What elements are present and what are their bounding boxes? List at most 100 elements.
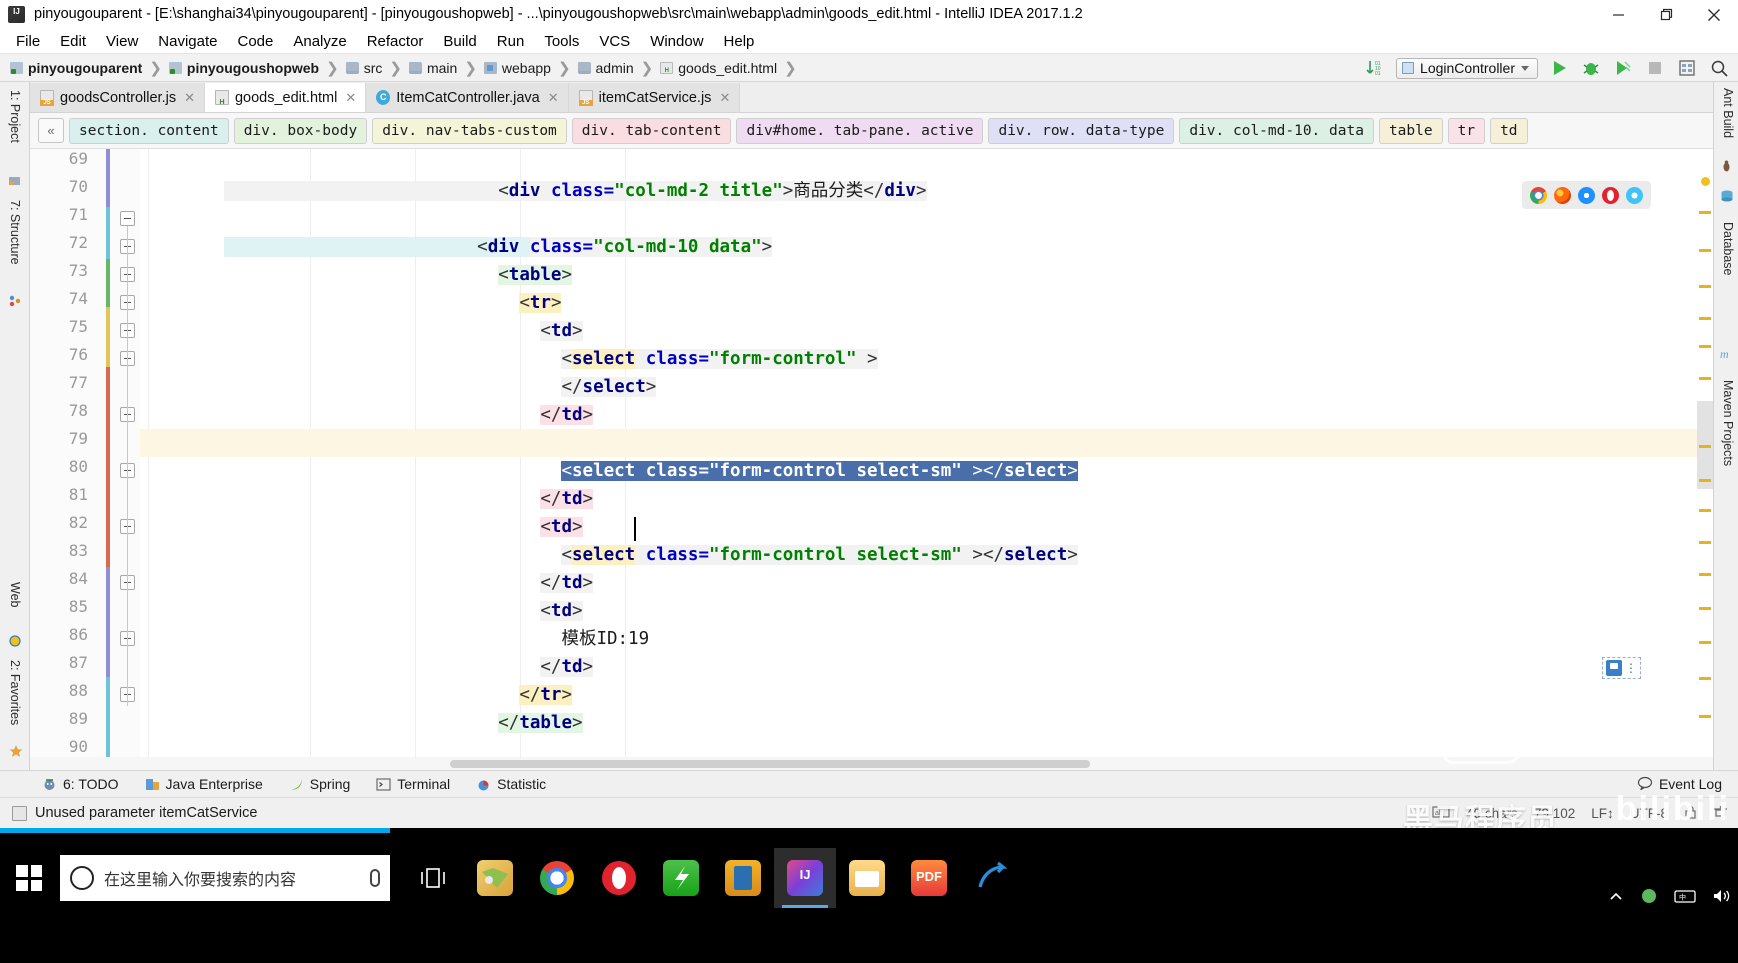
tool-button-java-enterprise[interactable]: Java Enterprise: [145, 776, 263, 792]
editor-gutter[interactable]: 69 70 71 72 73 74 75 76 77 78 79 80 81 8…: [30, 149, 140, 757]
breadcrumb-div-tab-content[interactable]: div. tab-content: [571, 117, 732, 144]
firefox-icon[interactable]: [1554, 186, 1571, 204]
breadcrumb-tr[interactable]: tr: [1447, 117, 1486, 144]
menu-refactor[interactable]: Refactor: [367, 33, 424, 50]
tool-button-terminal[interactable]: Terminal: [376, 776, 450, 792]
code-line-70[interactable]: [140, 177, 1713, 205]
nav-crumb-main[interactable]: main: [408, 60, 457, 76]
code-line-84[interactable]: <td>: [140, 569, 1713, 621]
run-icon[interactable]: [1548, 57, 1570, 79]
browser-preview-toolbar[interactable]: [1522, 181, 1651, 209]
code-fold-toggle[interactable]: [120, 211, 135, 226]
menu-file[interactable]: File: [16, 33, 40, 50]
editor-tab-itemCatService-js[interactable]: itemCatService.js ✕: [568, 83, 741, 112]
stop-icon[interactable]: [1644, 57, 1666, 79]
chrome-icon[interactable]: [526, 848, 588, 908]
marker-stripe[interactable]: [1699, 445, 1711, 448]
marker-stripe[interactable]: [1699, 345, 1711, 348]
breadcrumb-div-row-data-type[interactable]: div. row. data-type: [988, 117, 1175, 144]
taskbar-search-input[interactable]: 在这里输入你要搜索的内容: [60, 855, 390, 901]
pdf-reader-icon[interactable]: PDF: [898, 848, 960, 908]
task-view-icon[interactable]: [402, 848, 464, 908]
sidebar-item-web[interactable]: Web: [1, 582, 29, 607]
ime-icon[interactable]: 中: [1674, 888, 1696, 908]
run-configuration-selector[interactable]: LoginController: [1396, 57, 1538, 79]
code-line-82[interactable]: <select class="form-control select-sm" >…: [140, 513, 1713, 565]
code-line-74[interactable]: <td>: [140, 289, 1713, 341]
line-separator[interactable]: LF↕: [1591, 806, 1614, 821]
debug-icon[interactable]: [1580, 57, 1602, 79]
caret-position[interactable]: 79:102: [1534, 806, 1575, 821]
close-icon[interactable]: ✕: [719, 90, 730, 106]
menu-tools[interactable]: Tools: [544, 33, 579, 50]
marker-stripe[interactable]: [1699, 607, 1711, 610]
menu-window[interactable]: Window: [650, 33, 703, 50]
sidebar-item-ant-build[interactable]: Ant Build: [1714, 88, 1738, 138]
sidebar-item-favorites[interactable]: 2: Favorites: [1, 660, 29, 725]
breadcrumb-div-home-tab-pane[interactable]: div#home. tab-pane. active: [736, 117, 984, 144]
breadcrumb-collapse-button[interactable]: «: [38, 118, 64, 143]
marker-stripe[interactable]: [1699, 317, 1711, 320]
ime-menu-icon[interactable]: ⋮: [1625, 661, 1637, 675]
breadcrumb-div-box-body[interactable]: div. box-body: [233, 117, 368, 144]
code-line-69[interactable]: <div class="col-md-2 title">商品分类</div>: [140, 149, 1713, 201]
file-explorer-icon[interactable]: [836, 848, 898, 908]
lock-icon[interactable]: [1684, 805, 1697, 822]
breadcrumb-div-col-md-10-data[interactable]: div. col-md-10. data: [1179, 117, 1374, 144]
sidebar-item-project[interactable]: 1: Project: [1, 90, 29, 143]
close-icon[interactable]: ✕: [184, 90, 195, 106]
code-editor[interactable]: 69 70 71 72 73 74 75 76 77 78 79 80 81 8…: [30, 149, 1713, 757]
code-content[interactable]: <div class="col-md-2 title">商品分类</div> <…: [140, 149, 1713, 757]
marker-stripe[interactable]: [1699, 479, 1711, 482]
marker-stripe[interactable]: [1699, 573, 1711, 576]
code-line-83[interactable]: </td>: [140, 541, 1713, 593]
nav-crumb-goods-edit-html[interactable]: goods_edit.html: [660, 60, 777, 76]
opera-icon[interactable]: [1602, 186, 1619, 204]
code-line-78[interactable]: <td>: [140, 401, 1713, 453]
editor-marker-bar[interactable]: [1697, 149, 1713, 757]
marker-stripe[interactable]: [1699, 541, 1711, 544]
network-icon[interactable]: [1640, 888, 1658, 908]
code-line-75[interactable]: <select class="form-control" >: [140, 317, 1713, 369]
close-icon[interactable]: ✕: [345, 90, 356, 106]
maximize-button[interactable]: [1642, 0, 1690, 29]
menu-edit[interactable]: Edit: [60, 33, 86, 50]
scrollbar-thumb[interactable]: [450, 760, 1090, 768]
safari-icon[interactable]: [1578, 186, 1595, 204]
code-line-88[interactable]: </table>: [140, 681, 1713, 733]
nav-crumb-webapp[interactable]: webapp: [483, 60, 551, 76]
marker-stripe[interactable]: [1699, 715, 1711, 718]
tool-button-todo[interactable]: 6: TODO: [42, 776, 119, 792]
menu-view[interactable]: View: [106, 33, 138, 50]
breadcrumb-div-nav-tabs-custom[interactable]: div. nav-tabs-custom: [372, 117, 567, 144]
marker-stripe[interactable]: [1699, 509, 1711, 512]
close-button[interactable]: [1690, 0, 1738, 29]
sidebar-item-database[interactable]: Database: [1714, 222, 1738, 276]
marker-stripe[interactable]: [1699, 211, 1711, 214]
marker-stripe[interactable]: [1699, 377, 1711, 380]
app-green-icon[interactable]: [650, 848, 712, 908]
code-line-85[interactable]: 模板ID:19: [140, 597, 1713, 649]
volume-icon[interactable]: [1712, 888, 1732, 908]
close-icon[interactable]: ✕: [548, 90, 559, 106]
marker-stripe[interactable]: [1699, 677, 1711, 680]
code-line-72[interactable]: <table>: [140, 233, 1713, 285]
menu-run[interactable]: Run: [497, 33, 525, 50]
menu-vcs[interactable]: VCS: [599, 33, 630, 50]
nav-crumb-admin[interactable]: admin: [577, 60, 634, 76]
tool-button-statistic[interactable]: Statistic: [476, 776, 546, 792]
editor-tab-goods-edit-html[interactable]: goods_edit.html ✕: [204, 83, 367, 112]
file-encoding[interactable]: UTF-8: [1630, 806, 1668, 821]
nav-crumb-pinyougoushopweb[interactable]: pinyougoushopweb: [168, 60, 319, 76]
marker-warning[interactable]: [1701, 177, 1710, 186]
app-blue-arrow-icon[interactable]: [960, 848, 1022, 908]
code-line-73[interactable]: <tr>: [140, 261, 1713, 313]
internet-explorer-icon[interactable]: [1626, 186, 1643, 204]
sidebar-item-structure[interactable]: 7: Structure: [1, 200, 29, 265]
breadcrumb-table[interactable]: table: [1378, 117, 1443, 144]
sidebar-item-maven-projects[interactable]: Maven Projects: [1714, 380, 1738, 466]
code-line-81[interactable]: <td>: [140, 485, 1713, 537]
menu-help[interactable]: Help: [724, 33, 755, 50]
code-line-76[interactable]: </select>: [140, 345, 1713, 397]
minimize-button[interactable]: [1594, 0, 1642, 29]
